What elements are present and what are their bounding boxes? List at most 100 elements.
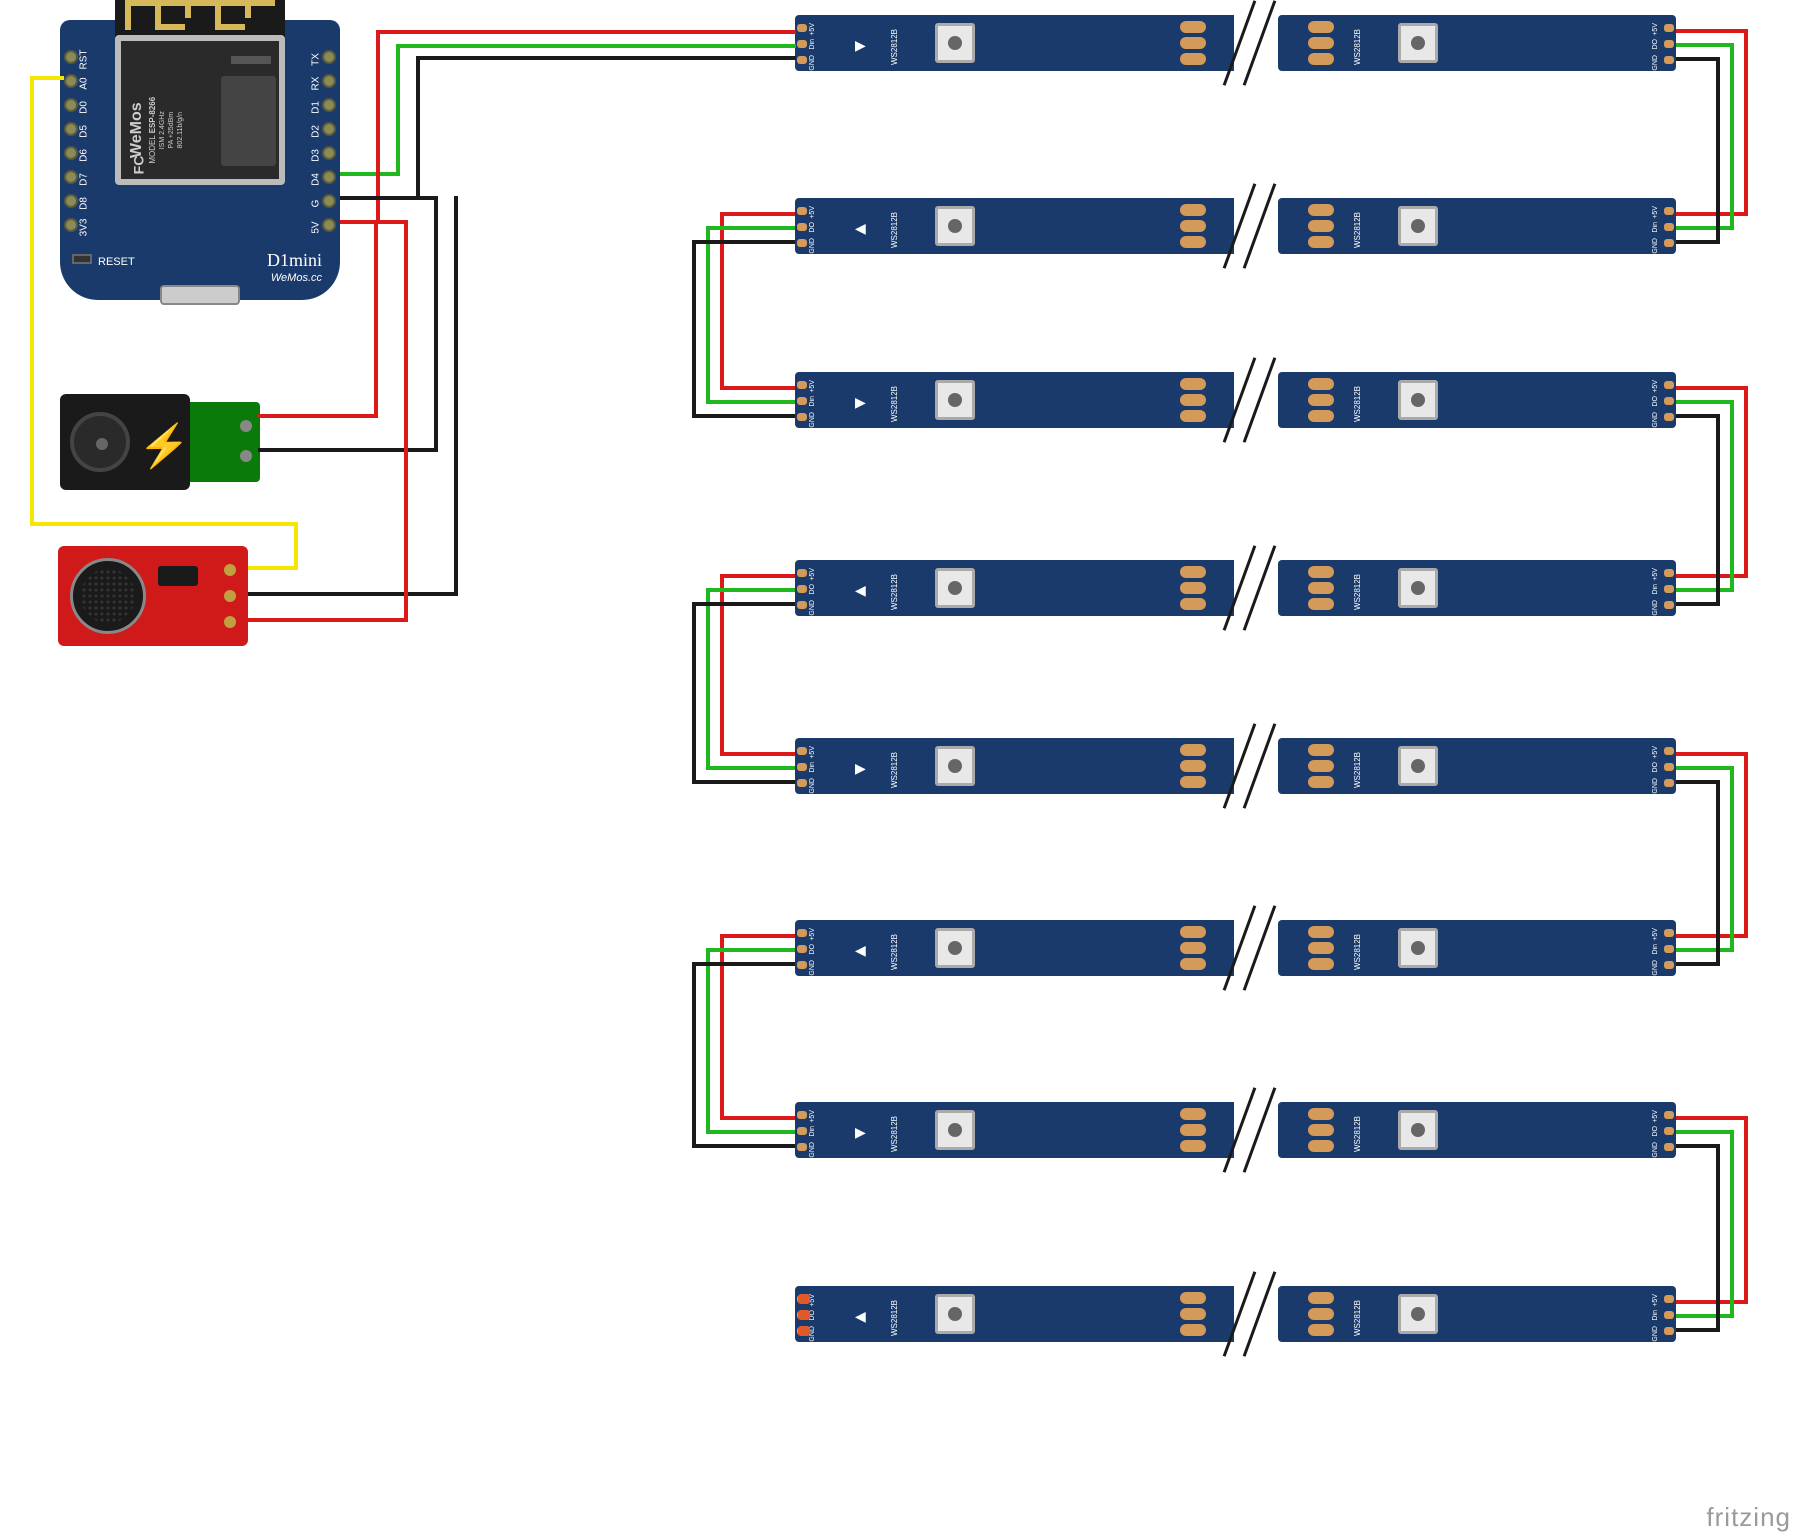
wire-mic-vcc: [248, 618, 408, 622]
wire-gnd-link-5: [692, 1144, 795, 1148]
wire-gnd-v: [416, 58, 420, 200]
fritzing-attribution: fritzing: [1706, 1502, 1791, 1533]
wire-data-link-2: [1676, 400, 1730, 404]
wire-gnd-link-1: [692, 414, 795, 418]
wire-5v-link-3: [720, 752, 795, 756]
led-strip-7: WS2812BWS2812B+5V+5VDinDOGNDGND▶: [0, 1102, 1720, 1158]
wire-gnd-link-0: [1676, 240, 1716, 244]
strip-type-label: WS2812B: [890, 204, 899, 248]
wire-gnd-link-2: [1676, 602, 1716, 606]
wire-5v-link-2: [1744, 386, 1748, 578]
wire-data-link-4: [1676, 948, 1730, 952]
strip-type-label: WS2812B: [890, 1292, 899, 1336]
wire-data-link-4: [1676, 766, 1730, 770]
wire-gnd-link-0: [1676, 57, 1716, 61]
led-strip-5: WS2812BWS2812B+5V+5VDinDOGNDGND▶: [0, 738, 1720, 794]
wire-gnd-link-6: [1676, 1144, 1716, 1148]
fcc-logo: FC: [130, 156, 146, 175]
led-strip-1: WS2812BWS2812B+5V+5VDinDOGNDGND▶: [0, 15, 1720, 71]
pa-label: PA +25dBm: [167, 65, 176, 195]
wire-gnd-link-4: [1716, 780, 1720, 966]
wire-gnd-link-0: [1716, 57, 1720, 244]
wire-5v-h: [376, 30, 796, 34]
wire-5v-v: [376, 30, 380, 224]
pin-d2: D2: [311, 122, 322, 142]
wire-gnd-link-2: [1676, 414, 1716, 418]
wire-data-d4: [340, 172, 400, 176]
pin-d5: D5: [79, 122, 90, 142]
strip-type-label: WS2812B: [1353, 744, 1362, 788]
brand-label: WeMos: [127, 65, 148, 195]
strip-type-label: WS2812B: [890, 378, 899, 422]
wire-data-link-3: [706, 766, 795, 770]
wire-gnd-link-4: [1676, 780, 1716, 784]
pin-d3: D3: [311, 146, 322, 166]
strip-type-label: WS2812B: [890, 566, 899, 610]
led-strip-8: WS2812BWS2812B+5V+5VDODinGNDGND◀: [0, 1286, 1720, 1342]
wire-5v-link-1: [720, 386, 795, 390]
wire-data-link-3: [706, 588, 795, 592]
reset-label: RESET: [98, 256, 135, 268]
wire-data-link-6: [1676, 1314, 1730, 1318]
wire-mic-out: [248, 566, 298, 570]
data-direction-arrow: ▶: [855, 760, 866, 777]
wire-data-link-1: [706, 400, 795, 404]
wire-gnd-link-1: [692, 240, 696, 418]
data-direction-arrow: ◀: [855, 1308, 866, 1325]
wire-5v-link-0: [1744, 29, 1748, 216]
wire-gnd-link-5: [692, 962, 795, 966]
pin-d0: D0: [79, 98, 90, 118]
wifi-label: 802.11b/g/n: [176, 65, 185, 195]
wire-gnd-link-3: [692, 780, 795, 784]
wire-power-vcc: [258, 414, 378, 418]
wire-gnd-link-2: [1716, 414, 1720, 606]
led-strip-2: WS2812BWS2812B+5V+5VDODinGNDGND◀: [0, 198, 1720, 254]
wire-data-link-0: [1676, 226, 1730, 230]
pin-rx: RX: [311, 74, 322, 94]
pin-d4: D4: [311, 170, 322, 190]
strip-type-label: WS2812B: [1353, 1292, 1362, 1336]
wire-data-link-5: [706, 948, 795, 952]
data-direction-arrow: ◀: [855, 220, 866, 237]
wire-data-link-0: [1730, 43, 1734, 230]
pin-d6: D6: [79, 146, 90, 166]
wire-mic-gnd: [248, 592, 458, 596]
strip-type-label: WS2812B: [890, 21, 899, 65]
wire-data-link-0: [1676, 43, 1730, 47]
strip-type-label: WS2812B: [1353, 204, 1362, 248]
wire-data-link-2: [1730, 400, 1734, 592]
wire-5v-link-5: [720, 934, 795, 938]
strip-type-label: WS2812B: [890, 744, 899, 788]
strip-type-label: WS2812B: [890, 926, 899, 970]
wire-5v-link-3: [720, 574, 795, 578]
strip-type-label: WS2812B: [1353, 926, 1362, 970]
wire-data-link-6: [1730, 1130, 1734, 1318]
wire-power-gnd: [258, 448, 438, 452]
wire-data-d4-v: [396, 44, 400, 176]
wemos-cc-label: WeMos.cc: [271, 272, 322, 284]
wire-5v-link-4: [1676, 752, 1744, 756]
wire-gnd-link-1: [692, 240, 795, 244]
pin-d1: D1: [311, 98, 322, 118]
wire-5v-link-0: [1676, 29, 1744, 33]
wire-data-link-4: [1730, 766, 1734, 952]
wire-5v-link-1: [720, 212, 724, 390]
wire-5v-link-1: [720, 212, 795, 216]
model-label: MODEL: [148, 136, 157, 164]
wire-data-link-1: [706, 226, 710, 404]
wire-gnd-link-6: [1676, 1328, 1716, 1332]
data-direction-arrow: ◀: [855, 942, 866, 959]
wire-gnd-link-3: [692, 602, 795, 606]
wire-gnd-h: [416, 56, 796, 60]
reset-button: [72, 254, 92, 264]
strip-type-label: WS2812B: [1353, 21, 1362, 65]
data-direction-arrow: ◀: [855, 582, 866, 599]
data-direction-arrow: ▶: [855, 37, 866, 54]
data-direction-arrow: ▶: [855, 1124, 866, 1141]
pin-a0: A0: [79, 74, 90, 94]
strip-type-label: WS2812B: [890, 1108, 899, 1152]
wire-5v-link-4: [1744, 752, 1748, 938]
usb-port: [160, 285, 240, 305]
data-direction-arrow: ▶: [855, 394, 866, 411]
pin-d7: D7: [79, 170, 90, 190]
